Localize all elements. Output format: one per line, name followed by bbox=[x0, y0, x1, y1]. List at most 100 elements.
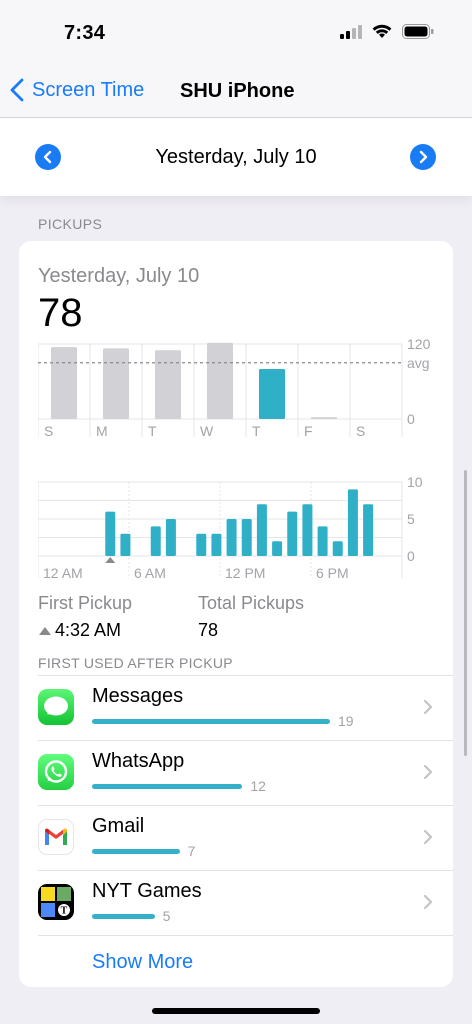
nyt-games-icon: T bbox=[38, 884, 74, 920]
bar bbox=[155, 350, 181, 419]
bar bbox=[259, 369, 285, 419]
status-time: 7:34 bbox=[64, 22, 106, 44]
x-tick-label: T bbox=[148, 423, 157, 439]
gmail-icon bbox=[38, 819, 74, 855]
bar bbox=[317, 526, 328, 556]
x-tick-label: 6 AM bbox=[134, 565, 166, 581]
first-pickup-stat: First Pickup 4:32 AM bbox=[38, 593, 132, 641]
x-tick-label: W bbox=[200, 423, 214, 439]
wifi-icon bbox=[372, 24, 392, 38]
bar bbox=[211, 533, 222, 556]
usage-count: 19 bbox=[338, 713, 354, 729]
first-pickup-value: 4:32 AM bbox=[55, 620, 122, 640]
bar bbox=[363, 504, 374, 556]
first-used-header: FIRST USED AFTER PICKUP bbox=[38, 655, 233, 671]
usage-bar bbox=[92, 914, 155, 919]
app-row-nyt-games[interactable]: T NYT Games 5 bbox=[19, 870, 453, 935]
y-tick-label: 0 bbox=[407, 548, 415, 564]
battery-icon bbox=[402, 24, 434, 39]
date-selector: Yesterday, July 10 bbox=[0, 118, 472, 196]
app-name: Messages bbox=[92, 685, 184, 707]
card-subtitle: Yesterday, July 10 bbox=[38, 265, 200, 287]
y-tick-label: 5 bbox=[407, 511, 415, 527]
divider bbox=[38, 935, 453, 936]
usage-count: 7 bbox=[187, 843, 196, 859]
x-tick-label: 12 AM bbox=[43, 565, 83, 581]
usage-bar bbox=[92, 849, 180, 854]
show-more-button[interactable]: Show More bbox=[92, 951, 193, 974]
bar bbox=[287, 511, 298, 556]
section-header: PICKUPS bbox=[38, 216, 103, 232]
divider bbox=[38, 805, 453, 806]
first-pickup-marker bbox=[105, 557, 116, 563]
x-tick-label: 12 PM bbox=[225, 565, 265, 581]
chevron-right-icon bbox=[423, 764, 433, 780]
chevron-left-icon bbox=[10, 78, 24, 102]
date-label: Yesterday, July 10 bbox=[155, 146, 317, 168]
first-pickup-label: First Pickup bbox=[38, 593, 133, 613]
usage-count: 12 bbox=[250, 778, 266, 794]
whatsapp-icon bbox=[38, 754, 74, 790]
divider bbox=[38, 675, 453, 676]
total-pickups-label: Total Pickups bbox=[198, 593, 305, 613]
bar bbox=[51, 347, 77, 419]
chevron-right-icon bbox=[423, 894, 433, 910]
divider bbox=[38, 740, 453, 741]
bar bbox=[256, 504, 267, 556]
x-tick-label: S bbox=[356, 423, 365, 439]
hourly-pickups-chart: 10 5 0 12 AM 6 AM 12 PM 6 PM bbox=[38, 474, 423, 581]
x-tick-label: T bbox=[252, 423, 261, 439]
bar bbox=[103, 348, 129, 419]
total-pickups-value: 78 bbox=[198, 620, 219, 640]
y-tick-label: 10 bbox=[407, 474, 423, 490]
svg-text:T: T bbox=[61, 906, 68, 917]
status-icons bbox=[340, 24, 434, 39]
bar bbox=[302, 504, 313, 556]
y-tick-label: 120 bbox=[407, 339, 431, 352]
first-used-app-list: Messages 19 WhatsApp 12 Gmail 7 T NYT Ga… bbox=[19, 675, 453, 936]
triangle-up-icon bbox=[39, 626, 51, 635]
messages-icon bbox=[38, 689, 74, 725]
bar bbox=[226, 519, 237, 556]
page-title: SHU iPhone bbox=[180, 80, 295, 102]
status-bar: 7:34 bbox=[0, 0, 472, 62]
x-tick-label: 6 PM bbox=[316, 565, 349, 581]
usage-bar bbox=[92, 784, 243, 789]
back-button[interactable]: Screen Time bbox=[10, 78, 144, 102]
x-tick-label: F bbox=[304, 423, 313, 439]
usage-count: 5 bbox=[162, 908, 171, 924]
weekly-pickups-chart: 120 avg 0 S M T W T F S bbox=[38, 339, 431, 439]
app-name: Gmail bbox=[92, 815, 145, 837]
y-tick-label: avg bbox=[407, 355, 430, 371]
bar bbox=[272, 541, 283, 556]
usage-bar bbox=[92, 719, 330, 724]
pickups-total-value: 78 bbox=[38, 291, 83, 335]
bar bbox=[165, 519, 176, 556]
app-row-gmail[interactable]: Gmail 7 bbox=[19, 805, 453, 870]
total-pickups-stat: Total Pickups 78 bbox=[198, 593, 304, 641]
next-day-button[interactable] bbox=[410, 144, 436, 170]
x-tick-label: S bbox=[44, 423, 53, 439]
app-name: WhatsApp bbox=[92, 750, 185, 772]
first-pickup-value-row: 4:32 AM bbox=[38, 620, 132, 641]
bar bbox=[196, 533, 207, 556]
bar bbox=[105, 511, 116, 556]
back-label: Screen Time bbox=[32, 78, 145, 101]
scroll-indicator[interactable] bbox=[464, 470, 467, 756]
bar bbox=[311, 417, 337, 419]
list-end bbox=[19, 935, 453, 936]
home-indicator[interactable] bbox=[152, 1008, 320, 1014]
app-row-messages[interactable]: Messages 19 bbox=[19, 675, 453, 740]
navigation-bar: Screen Time SHU iPhone bbox=[0, 62, 472, 118]
y-tick-label: 0 bbox=[407, 411, 415, 427]
pickups-card: Yesterday, July 10 78 120 avg 0 S M T W T F S 10 5… bbox=[19, 241, 453, 987]
app-row-whatsapp[interactable]: WhatsApp 12 bbox=[19, 740, 453, 805]
chevron-right-icon bbox=[423, 699, 433, 715]
app-name: NYT Games bbox=[92, 880, 202, 902]
bar bbox=[120, 533, 131, 556]
bar bbox=[347, 489, 358, 556]
bar bbox=[150, 526, 161, 556]
chevron-right-icon bbox=[419, 150, 428, 164]
cellular-signal-icon bbox=[340, 24, 362, 39]
bar bbox=[241, 519, 252, 556]
